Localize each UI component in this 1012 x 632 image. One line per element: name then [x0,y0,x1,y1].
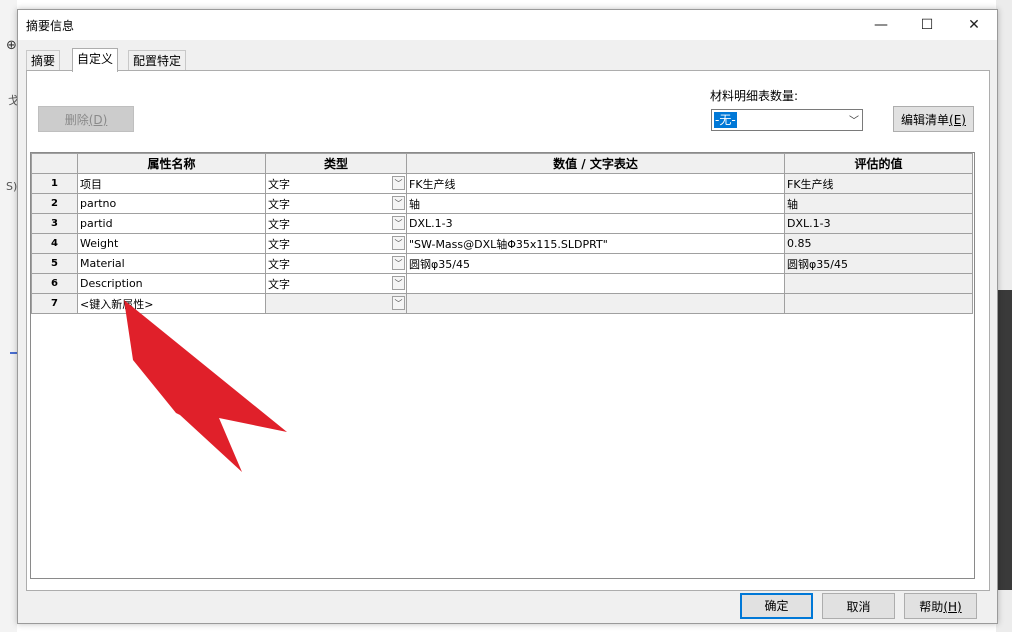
cell-property-name[interactable]: Material [77,253,266,274]
header-type[interactable]: 类型 [265,153,407,174]
new-property-row: 7 <键入新属性> ﹀ [31,293,973,314]
properties-grid: 属性名称 类型 数值 / 文字表达 评估的值 1 项目 文字 ﹀ FK生产线 FK… [30,152,975,579]
chevron-down-icon[interactable]: ﹀ [392,276,405,290]
table-row: 6 Description 文字 ﹀ [31,273,973,294]
cell-value-expression[interactable]: "SW-Mass@DXL轴Φ35x115.SLDPRT" [406,233,785,254]
maximize-button[interactable]: ☐ [904,10,950,40]
corner-header [31,153,78,174]
row-number[interactable]: 3 [31,213,78,234]
chevron-down-icon[interactable]: ﹀ [392,176,405,190]
cell-type[interactable]: 文字 ﹀ [265,173,407,194]
new-property-input[interactable]: <键入新属性> [77,293,266,314]
close-button[interactable]: ✕ [951,10,997,40]
cell-type[interactable]: 文字 ﹀ [265,253,407,274]
cell-type[interactable]: 文字 ﹀ [265,213,407,234]
cell-type[interactable]: ﹀ [265,293,407,314]
chevron-down-icon[interactable]: ﹀ [392,236,405,250]
edit-list-button[interactable]: 编辑清单(E) [893,106,974,132]
cell-value-expression[interactable] [406,293,785,314]
background-app-right [996,0,1012,632]
header-evaluated-value[interactable]: 评估的值 [784,153,973,174]
chevron-down-icon[interactable]: ﹀ [392,196,405,210]
minimize-button[interactable]: — [858,10,904,40]
bom-quantity-label: 材料明细表数量: [710,89,799,103]
cell-evaluated-value: 圆钢φ35/45 [784,253,973,274]
cell-type[interactable]: 文字 ﹀ [265,233,407,254]
cell-evaluated-value [784,273,973,294]
table-row: 1 项目 文字 ﹀ FK生产线 FK生产线 [31,173,973,194]
cell-property-name[interactable]: Description [77,273,266,294]
cancel-button[interactable]: 取消 [822,593,895,619]
background-app-left: ⊕ 戈 S) [0,0,19,632]
window-title: 摘要信息 [26,19,75,33]
cell-value-expression[interactable]: 轴 [406,193,785,214]
chevron-down-icon[interactable]: ﹀ [392,216,405,230]
cell-value-expression[interactable] [406,273,785,294]
table-row: 3 partid 文字 ﹀ DXL.1-3 DXL.1-3 [31,213,973,234]
chevron-down-icon: ﹀ [849,116,859,127]
delete-button[interactable]: 删除(D) [38,106,134,132]
table-row: 5 Material 文字 ﹀ 圆钢φ35/45 圆钢φ35/45 [31,253,973,274]
header-value-expression[interactable]: 数值 / 文字表达 [406,153,785,174]
cell-evaluated-value [784,293,973,314]
tab-summary[interactable]: 摘要 [26,50,61,71]
cell-evaluated-value: 0.85 [784,233,973,254]
cell-evaluated-value: 轴 [784,193,973,214]
cell-property-name[interactable]: Weight [77,233,266,254]
bom-quantity-value: -无- [714,112,737,128]
title-bar: 摘要信息 — ☐ ✕ [18,10,997,40]
tab-config-specific[interactable]: 配置特定 [128,50,187,71]
bom-quantity-select[interactable]: -无- ﹀ [711,109,863,131]
summary-info-dialog: 摘要信息 — ☐ ✕ 摘要 自定义 配置特定 删除(D) 材料明细表数量: -无… [17,9,998,624]
row-number[interactable]: 6 [31,273,78,294]
cell-evaluated-value: DXL.1-3 [784,213,973,234]
help-button[interactable]: 帮助(H) [904,593,977,619]
cell-value-expression[interactable]: DXL.1-3 [406,213,785,234]
row-number[interactable]: 4 [31,233,78,254]
chevron-down-icon[interactable]: ﹀ [392,296,405,310]
cell-property-name[interactable]: partid [77,213,266,234]
row-number[interactable]: 2 [31,193,78,214]
row-number[interactable]: 7 [31,293,78,314]
cell-property-name[interactable]: partno [77,193,266,214]
chevron-down-icon[interactable]: ﹀ [392,256,405,270]
cell-property-name[interactable]: 项目 [77,173,266,194]
table-row: 4 Weight 文字 ﹀ "SW-Mass@DXL轴Φ35x115.SLDPRT… [31,233,973,254]
cell-value-expression[interactable]: FK生产线 [406,173,785,194]
cell-type[interactable]: 文字 ﹀ [265,193,407,214]
tab-custom[interactable]: 自定义 [72,48,119,72]
table-row: 2 partno 文字 ﹀ 轴 轴 [31,193,973,214]
ok-button[interactable]: 确定 [740,593,813,619]
cell-type[interactable]: 文字 ﹀ [265,273,407,294]
header-property-name[interactable]: 属性名称 [77,153,266,174]
row-number[interactable]: 1 [31,173,78,194]
cell-evaluated-value: FK生产线 [784,173,973,194]
cell-value-expression[interactable]: 圆钢φ35/45 [406,253,785,274]
row-number[interactable]: 5 [31,253,78,274]
